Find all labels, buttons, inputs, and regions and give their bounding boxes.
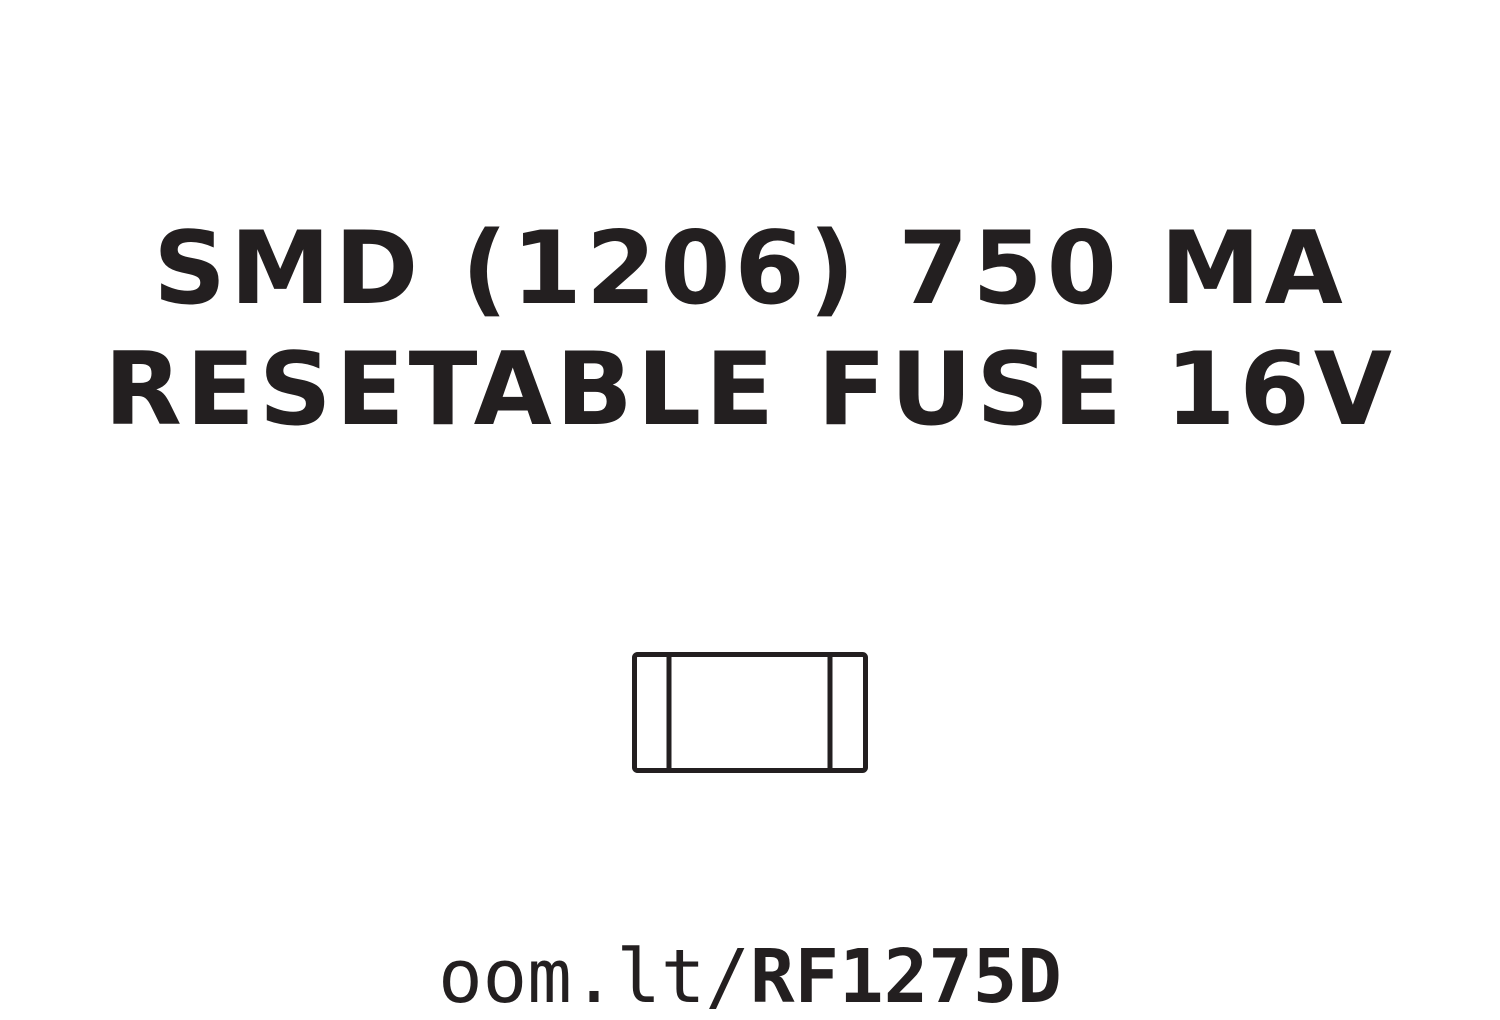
product-link[interactable]: oom.lt/RF1275D [0, 935, 1500, 1019]
smd-1206-package-icon [632, 652, 868, 773]
product-title-line-2: RESETABLE FUSE 16V [104, 330, 1396, 448]
link-domain: oom.lt/ [438, 934, 750, 1020]
link-product-code: RF1275D [750, 934, 1062, 1020]
product-title: SMD (1206) 750 MA RESETABLE FUSE 16V [0, 208, 1500, 450]
product-title-line-1: SMD (1206) 750 MA [153, 209, 1347, 327]
